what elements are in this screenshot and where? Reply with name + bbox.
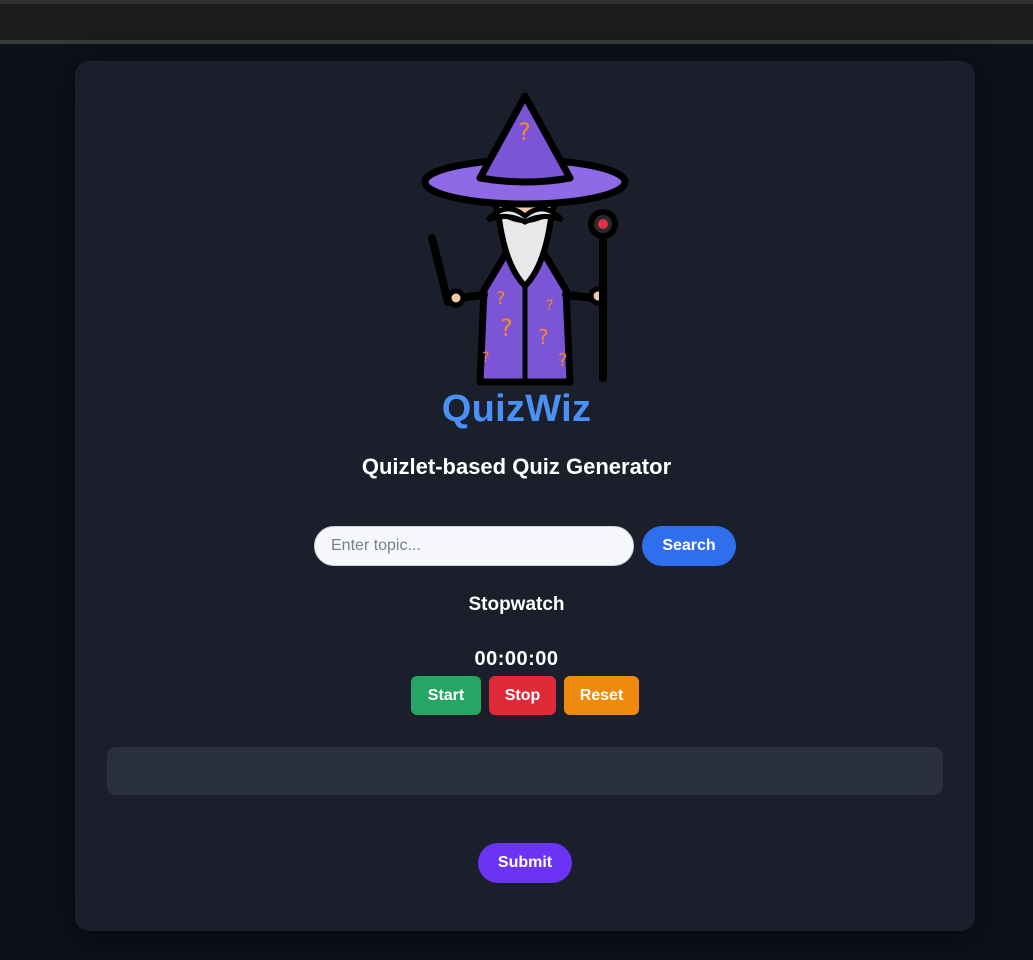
svg-text:?: ? [482, 350, 489, 366]
svg-text:?: ? [546, 298, 553, 314]
submit-button[interactable]: Submit [478, 843, 572, 883]
topic-search-input[interactable] [314, 526, 634, 566]
svg-text:?: ? [518, 118, 531, 146]
quiz-result-panel [107, 747, 943, 795]
browser-toolbar [0, 0, 1033, 44]
svg-text:?: ? [500, 314, 513, 342]
svg-text:?: ? [538, 325, 549, 349]
stopwatch-time: 00:00:00 [474, 648, 559, 670]
page-subtitle: Quizlet-based Quiz Generator [361, 454, 672, 479]
stopwatch-stop-button[interactable]: Stop [489, 676, 556, 715]
app-title: QuizWiz [441, 388, 592, 430]
stopwatch-reset-button[interactable]: Reset [564, 676, 639, 715]
svg-text:?: ? [558, 350, 568, 371]
stopwatch-title: Stopwatch [468, 594, 565, 615]
search-button[interactable]: Search [642, 526, 736, 566]
svg-text:?: ? [496, 288, 506, 309]
wizard-icon: ? ? ? ? ? ? ? [418, 90, 632, 386]
stopwatch-start-button[interactable]: Start [411, 676, 481, 715]
